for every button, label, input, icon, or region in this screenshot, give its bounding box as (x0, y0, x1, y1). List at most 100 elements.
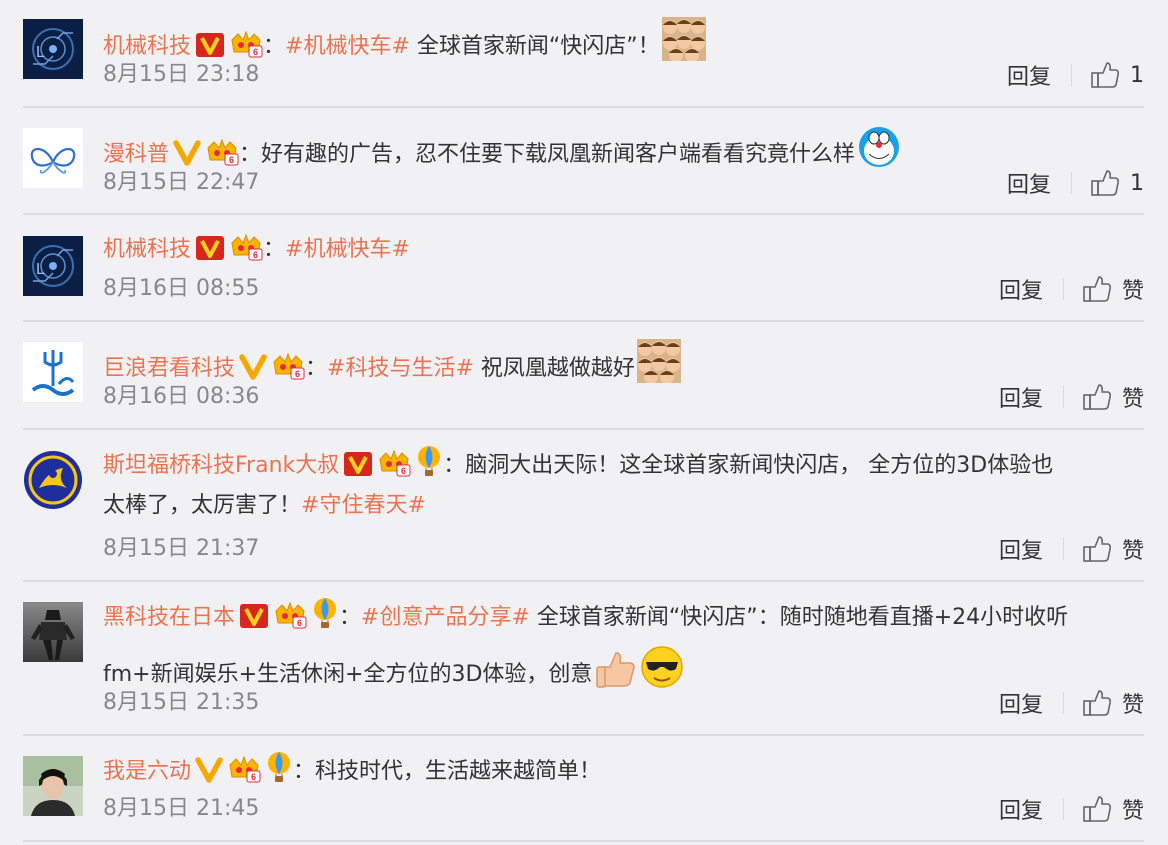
colon-separator: ： (339, 605, 362, 630)
username-link[interactable]: 漫科普 (103, 142, 169, 167)
like-button[interactable]: 赞 (1082, 687, 1144, 719)
comment-divider (23, 580, 1144, 582)
colon-separator: ： (305, 356, 328, 381)
comment-text: fm+新闻娱乐+生活休闲+全方位的3D体验，创意 (103, 662, 593, 687)
vip-crown-icon[interactable]: 6 (377, 447, 411, 477)
verified-yellow-v-icon[interactable] (239, 354, 267, 380)
thumbs-up-icon (1082, 535, 1122, 563)
vip-crown-icon[interactable]: 6 (229, 231, 263, 261)
like-button[interactable]: 1 (1090, 61, 1144, 89)
comment-divider (23, 106, 1144, 108)
username-link[interactable]: 巨浪君看科技 (103, 356, 235, 381)
comment-actions: 回复 赞 (999, 534, 1144, 564)
robot-avatar[interactable] (23, 602, 83, 662)
comment-divider (23, 213, 1144, 215)
reply-button[interactable]: 回复 (999, 533, 1043, 565)
comment-list: L 机械科技 6 ：#机械快车# 全球首家新闻“快闪店”！ 8月15日 23:18… (0, 0, 1168, 845)
vip-crown-icon[interactable]: 6 (271, 350, 305, 380)
reply-button[interactable]: 回复 (1007, 167, 1051, 199)
like-button[interactable]: 赞 (1082, 793, 1144, 825)
reply-button[interactable]: 回复 (999, 273, 1043, 305)
comment-body-line: 机械科技 6 ：#机械快车# 全球首家新闻“快闪店”！ (103, 17, 1148, 62)
person-photo-avatar[interactable] (23, 756, 83, 816)
username-link[interactable]: 机械科技 (103, 34, 191, 59)
thumbs-up-icon (1090, 61, 1130, 89)
comment-body-line: 斯坦福桥科技Frank大叔 6 ：脑洞大出天际！这全球首家新闻快闪店， 全方位的… (103, 445, 1148, 481)
like-count: 赞 (1121, 799, 1144, 824)
like-button[interactable]: 1 (1090, 169, 1144, 197)
like-count: 赞 (1121, 387, 1144, 412)
cool-sunglasses-emoji (640, 645, 684, 689)
action-divider (1062, 278, 1064, 300)
action-divider (1071, 64, 1072, 86)
like-button[interactable]: 赞 (1082, 533, 1144, 565)
colon-separator: ： (293, 759, 316, 784)
like-count: 1 (1130, 170, 1144, 196)
comment-text: 脑洞大出天际！这全球首家新闻快闪店， 全方位的3D体验也 (465, 453, 1054, 478)
gear-circuit-avatar[interactable]: L (23, 236, 83, 296)
comment-text: 好有趣的广告，忍不住要下载凤凰新闻客户端看看究竟什么样 (261, 142, 856, 167)
vip-crown-icon[interactable]: 6 (205, 136, 239, 166)
topic-link[interactable]: #机械快车# (285, 34, 410, 59)
like-count: 赞 (1121, 693, 1144, 718)
thumbs-up-icon (1082, 689, 1122, 717)
crowd-emoji (661, 17, 706, 61)
verified-red-v-icon[interactable] (195, 235, 225, 261)
comment-text: 太棒了，太厉害了！ (103, 493, 302, 518)
gear-circuit-avatar[interactable]: L (23, 19, 83, 79)
vip-crown-icon[interactable]: 6 (227, 753, 261, 783)
vip-crown-icon[interactable]: 6 (273, 599, 307, 629)
colon-separator: ： (263, 237, 286, 262)
comment-timestamp: 8月15日 21:35 (103, 690, 260, 715)
username-link[interactable]: 斯坦福桥科技Frank大叔 (103, 453, 339, 478)
username-link[interactable]: 黑科技在日本 (103, 605, 235, 630)
comment-divider (23, 320, 1144, 322)
comment-text: 祝凤凰越做越好 (473, 356, 635, 381)
doraemon-emoji (857, 125, 901, 169)
svg-text:L: L (36, 44, 45, 61)
svg-text:6: 6 (297, 618, 302, 628)
thumbs-up-icon (1082, 275, 1122, 303)
vip-crown-icon[interactable]: 6 (229, 28, 263, 58)
svg-text:6: 6 (251, 772, 256, 782)
verified-yellow-v-icon[interactable] (195, 757, 223, 783)
reply-button[interactable]: 回复 (999, 793, 1043, 825)
svg-text:6: 6 (253, 47, 258, 57)
topic-link[interactable]: #守住春天# (301, 493, 426, 518)
blue-emblem-avatar[interactable] (23, 450, 83, 510)
comment-actions: 回复 赞 (999, 382, 1144, 412)
comment-text: 全球首家新闻“快闪店”：随时随地看直播+24小时收听 (529, 605, 1069, 630)
reply-button[interactable]: 回复 (1007, 59, 1051, 91)
svg-text:6: 6 (295, 369, 300, 379)
comment-timestamp: 8月15日 21:45 (103, 796, 260, 821)
reply-button[interactable]: 回复 (999, 687, 1043, 719)
like-button[interactable]: 赞 (1082, 381, 1144, 413)
balloon-icon[interactable] (311, 597, 339, 629)
butterfly-avatar[interactable] (23, 128, 83, 188)
comment-timestamp: 8月15日 23:18 (103, 62, 260, 87)
comment-timestamp: 8月16日 08:55 (103, 276, 260, 301)
comment-actions: 回复 1 (1007, 60, 1144, 90)
colon-separator: ： (263, 34, 286, 59)
balloon-icon[interactable] (265, 751, 293, 783)
balloon-icon[interactable] (415, 445, 443, 477)
comment-body-line: 太棒了，太厉害了！#守住春天# (103, 491, 1148, 521)
verified-red-v-icon[interactable] (343, 451, 373, 477)
comment-actions: 回复 1 (1007, 168, 1144, 198)
comment-actions: 回复 赞 (999, 794, 1144, 824)
topic-link[interactable]: #创意产品分享# (361, 605, 530, 630)
username-link[interactable]: 我是六动 (103, 759, 191, 784)
comment-timestamp: 8月15日 21:37 (103, 536, 260, 561)
verified-red-v-icon[interactable] (195, 32, 225, 58)
topic-link[interactable]: #科技与生活# (327, 356, 474, 381)
trident-wave-avatar[interactable] (23, 342, 83, 402)
reply-button[interactable]: 回复 (999, 381, 1043, 413)
verified-red-v-icon[interactable] (239, 603, 269, 629)
comment-body-line: 巨浪君看科技 6 ：#科技与生活# 祝凤凰越做越好 (103, 339, 1148, 384)
like-button[interactable]: 赞 (1082, 273, 1144, 305)
username-link[interactable]: 机械科技 (103, 237, 191, 262)
comment-text: 全球首家新闻“快闪店”！ (409, 34, 660, 59)
topic-link[interactable]: #机械快车# (285, 237, 410, 262)
svg-text:6: 6 (401, 466, 406, 476)
verified-yellow-v-icon[interactable] (173, 140, 201, 166)
